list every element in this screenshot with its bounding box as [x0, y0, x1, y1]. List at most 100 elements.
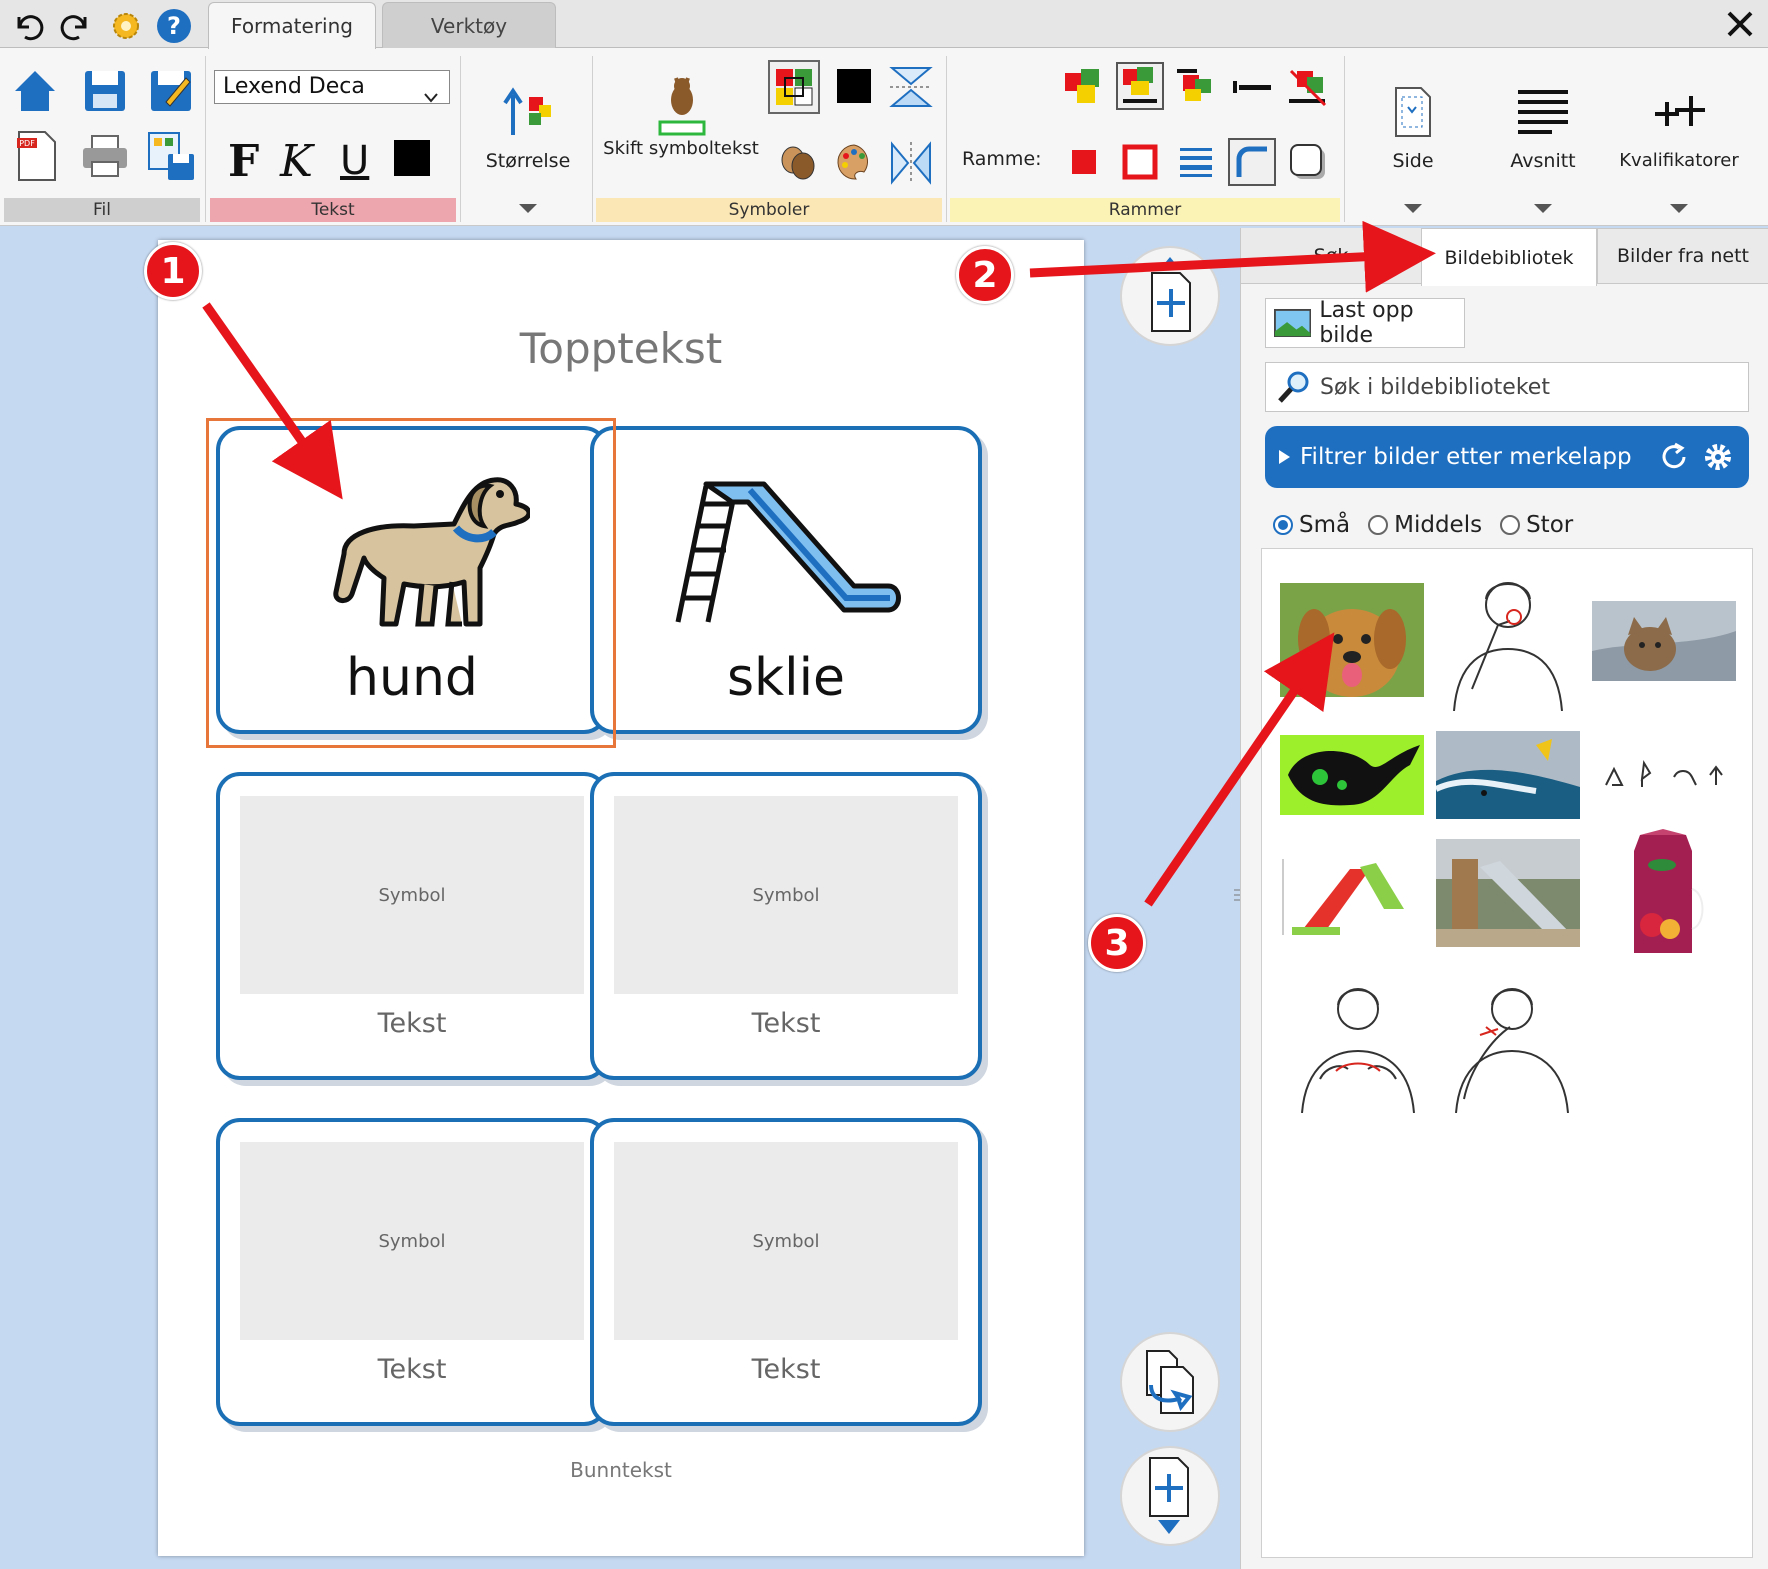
grid-cell-empty[interactable]: Symbol Tekst: [216, 1118, 608, 1426]
toy-slide-photo[interactable]: [1280, 849, 1424, 939]
tab-formatering[interactable]: Formatering: [208, 2, 376, 49]
playground-slide-photo[interactable]: [1436, 839, 1580, 947]
frame-no-color-icon[interactable]: [1284, 64, 1332, 112]
sign-language-woman-1[interactable]: [1436, 569, 1580, 711]
pdf-export-icon[interactable]: PDF: [12, 128, 62, 184]
duplicate-page-button[interactable]: [1120, 1332, 1220, 1432]
tab-images-from-web[interactable]: Bilder fra nett: [1597, 228, 1768, 284]
chevron-down-icon[interactable]: [1404, 204, 1422, 213]
save-as-icon[interactable]: [146, 66, 196, 116]
sign-language-woman-3[interactable]: [1440, 979, 1584, 1113]
refresh-icon[interactable]: [1657, 440, 1691, 474]
group-avsnitt: Avsnitt: [1478, 54, 1608, 224]
frame-line-icon[interactable]: [1228, 64, 1276, 112]
size-icon[interactable]: [500, 84, 556, 138]
symbol-placeholder[interactable]: Symbol: [614, 796, 958, 994]
size-label[interactable]: Størrelse: [464, 150, 592, 172]
bold-button[interactable]: F: [228, 136, 259, 187]
page-footer[interactable]: Bunntekst: [158, 1458, 1084, 1482]
size-option-medium[interactable]: Middels: [1368, 512, 1482, 538]
text-color-swatch[interactable]: [394, 140, 430, 176]
text-placeholder[interactable]: Tekst: [594, 1008, 978, 1039]
page-header[interactable]: Topptekst: [158, 324, 1084, 373]
search-icon: [1278, 371, 1309, 403]
golden-retriever-photo[interactable]: [1280, 583, 1424, 697]
help-icon[interactable]: ?: [154, 6, 194, 46]
symbol-placeholder[interactable]: Symbol: [240, 1142, 584, 1340]
juice-carton-photo[interactable]: [1622, 829, 1706, 957]
filter-by-tag-bar[interactable]: Filtrer bilder etter merkelapp: [1265, 426, 1749, 488]
paragraph-align-icon[interactable]: [1514, 84, 1572, 140]
gear-icon[interactable]: [1701, 440, 1735, 474]
add-page-above-button[interactable]: [1120, 246, 1220, 346]
add-page-below-button[interactable]: [1120, 1446, 1220, 1546]
grid-cell-empty[interactable]: Symbol Tekst: [590, 1118, 982, 1426]
text-placeholder[interactable]: Tekst: [220, 1008, 604, 1039]
avsnitt-label[interactable]: Avsnitt: [1478, 150, 1608, 172]
sign-writing-symbols[interactable]: [1592, 755, 1736, 795]
frame-shadow-icon[interactable]: [1284, 138, 1332, 186]
grid-cell-empty[interactable]: Symbol Tekst: [590, 772, 982, 1080]
symbol-fill-black-icon[interactable]: [832, 64, 876, 108]
italic-button[interactable]: K: [280, 136, 313, 187]
symbol-placeholder[interactable]: Symbol: [240, 796, 584, 994]
sign-language-woman-2[interactable]: [1286, 979, 1430, 1113]
frame-outline-red-icon[interactable]: [1116, 138, 1164, 186]
font-family-select[interactable]: Lexend Deca: [214, 70, 450, 104]
chevron-down-icon[interactable]: [1534, 204, 1552, 213]
grid-cell-empty[interactable]: Symbol Tekst: [216, 772, 608, 1080]
cat-photo[interactable]: [1592, 601, 1736, 681]
radio-small[interactable]: [1273, 515, 1293, 535]
kvalifikatorer-label[interactable]: Kvalifikatorer: [1608, 150, 1750, 171]
color-palette-icon[interactable]: [832, 140, 876, 184]
page-setup-icon[interactable]: [1388, 82, 1438, 142]
tab-verktoy[interactable]: Verktøy: [382, 2, 556, 48]
grid-cell-sklie[interactable]: sklie: [590, 426, 982, 734]
print-icon[interactable]: [78, 132, 132, 180]
home-icon[interactable]: [10, 66, 60, 116]
close-icon[interactable]: [1720, 4, 1760, 44]
settings-gear-icon[interactable]: [106, 6, 146, 46]
skin-tone-icon[interactable]: [776, 140, 820, 184]
qualifiers-plus-icon[interactable]: [1650, 84, 1708, 140]
surfer-wave-photo[interactable]: [1436, 731, 1580, 819]
chevron-down-icon[interactable]: [519, 204, 537, 213]
image-library-search-input[interactable]: Søk i bildebiblioteket: [1265, 362, 1749, 412]
group-kvalifikatorer: Kvalifikatorer: [1608, 54, 1750, 224]
group-rammer: Ramme: Rammer: [950, 54, 1340, 224]
font-family-value: Lexend Deca: [223, 74, 365, 99]
redo-icon[interactable]: [56, 6, 96, 46]
undo-icon[interactable]: [8, 6, 48, 46]
switch-symbol-text-icon[interactable]: [650, 70, 714, 140]
symbol-placeholder[interactable]: Symbol: [614, 1142, 958, 1340]
size-option-large[interactable]: Stor: [1500, 512, 1573, 538]
upload-image-button[interactable]: Last opp bilde: [1265, 298, 1465, 348]
symbol-color-grid-icon[interactable]: [768, 60, 820, 114]
green-black-drawing[interactable]: [1280, 735, 1424, 815]
flip-vertical-icon[interactable]: [886, 62, 936, 112]
group-symboler: Skift symboltekst Symboler: [596, 54, 942, 224]
frame-color-selected-icon[interactable]: [1116, 62, 1164, 110]
radio-large[interactable]: [1500, 515, 1521, 535]
chevron-down-icon[interactable]: [1670, 204, 1688, 213]
tab-image-library[interactable]: Bildebibliotek: [1421, 228, 1597, 286]
frame-color-icon[interactable]: [1060, 64, 1108, 112]
text-placeholder[interactable]: Tekst: [220, 1354, 604, 1385]
upload-image-label: Last opp bilde: [1319, 298, 1414, 348]
save-template-icon[interactable]: [144, 128, 198, 184]
frame-rounded-corner-icon[interactable]: [1228, 138, 1276, 186]
tab-search[interactable]: Søk: [1241, 228, 1421, 284]
frame-fill-red-icon[interactable]: [1060, 138, 1108, 186]
flip-horizontal-icon[interactable]: [886, 138, 936, 188]
frame-line-color-icon[interactable]: [1172, 64, 1220, 112]
svg-text:PDF: PDF: [19, 139, 35, 148]
text-placeholder[interactable]: Tekst: [594, 1354, 978, 1385]
underline-button[interactable]: U: [340, 138, 369, 184]
side-label[interactable]: Side: [1348, 150, 1478, 172]
size-option-small[interactable]: Små: [1273, 512, 1350, 538]
radio-medium[interactable]: [1368, 515, 1389, 535]
save-icon[interactable]: [80, 66, 130, 116]
group-label-tekst: Tekst: [210, 198, 456, 222]
frame-thickness-icon[interactable]: [1172, 138, 1220, 186]
switch-symbol-text-label[interactable]: Skift symboltekst: [596, 138, 766, 159]
